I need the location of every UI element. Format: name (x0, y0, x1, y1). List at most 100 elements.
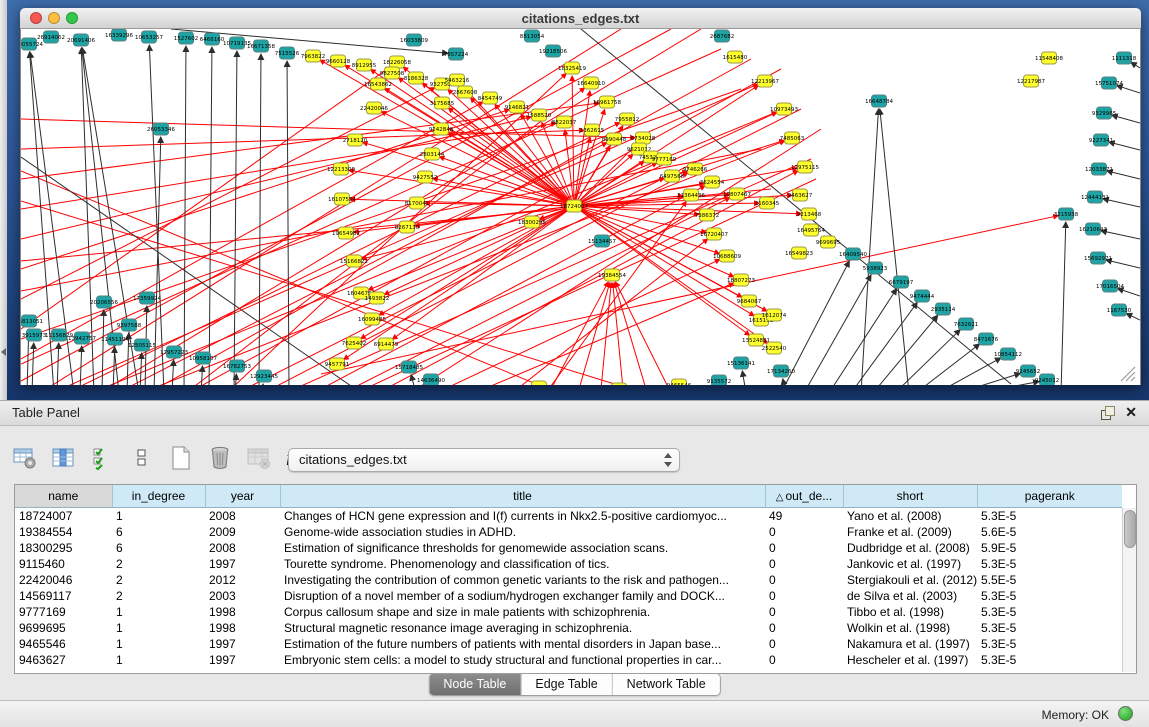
table-cell[interactable]: 9465546 (15, 636, 112, 652)
table-cell[interactable]: 5.5E-5 (977, 572, 1122, 588)
table-cell[interactable]: Franke et al. (2009) (843, 524, 977, 540)
network-edge[interactable] (51, 29, 621, 385)
network-edge[interactable] (861, 109, 879, 385)
table-cell[interactable]: 5.3E-5 (977, 588, 1122, 604)
table-cell[interactable]: 18724007 (15, 508, 112, 525)
table-cell[interactable]: Changes of HCN gene expression and I(f) … (280, 508, 765, 525)
network-edge[interactable] (262, 384, 263, 385)
network-edge[interactable] (80, 346, 82, 385)
network-edge[interactable] (579, 283, 610, 385)
table-cell[interactable]: de Silva et al. (2003) (843, 588, 977, 604)
column-header-short[interactable]: short (843, 485, 977, 508)
network-edge[interactable] (251, 109, 801, 385)
table-cell[interactable]: Tibbo et al. (1998) (843, 604, 977, 620)
table-cell[interactable]: Estimation of the future numbers of pati… (280, 636, 765, 652)
table-cell[interactable]: 0 (765, 620, 843, 636)
table-cell[interactable]: 1 (112, 620, 205, 636)
network-edge[interactable] (491, 283, 734, 385)
table-cell[interactable]: Nakamura et al. (1997) (843, 636, 977, 652)
network-edge[interactable] (572, 76, 574, 206)
table-cell[interactable]: 18300295 (15, 540, 112, 556)
collapse-arrow-icon[interactable] (1, 348, 6, 356)
table-cell[interactable]: Structural magnetic resonance image aver… (280, 620, 765, 636)
table-cell[interactable]: 5.3E-5 (977, 652, 1122, 668)
table-cell[interactable]: Hescheler et al. (1997) (843, 652, 977, 668)
tab-network-table[interactable]: Network Table (612, 674, 720, 695)
network-edge[interactable] (385, 88, 574, 206)
scrollbar-thumb[interactable] (1124, 510, 1136, 548)
table-settings-icon[interactable] (10, 443, 40, 473)
table-row[interactable]: 977716911998Corpus callosum shape and si… (15, 604, 1122, 620)
network-edge[interactable] (958, 373, 1020, 385)
table-cell[interactable]: 6 (112, 524, 205, 540)
table-cell[interactable]: 1997 (205, 652, 280, 668)
table-cell[interactable]: 2012 (205, 572, 280, 588)
table-cell[interactable]: Dudbridge et al. (2008) (843, 540, 977, 556)
table-cell[interactable]: 0 (765, 524, 843, 540)
table-cell[interactable]: 2009 (205, 524, 280, 540)
table-cell[interactable]: 0 (765, 652, 843, 668)
network-edge[interactable] (880, 109, 909, 385)
table-cell[interactable]: 9777169 (15, 604, 112, 620)
table-cell[interactable]: 2008 (205, 540, 280, 556)
table-cell[interactable]: Corpus callosum shape and size in male p… (280, 604, 765, 620)
float-panel-icon[interactable] (1101, 406, 1115, 420)
network-edge[interactable] (781, 261, 849, 385)
network-edge[interactable] (149, 45, 164, 385)
table-cell[interactable]: 0 (765, 572, 843, 588)
table-cell[interactable]: 1 (112, 604, 205, 620)
network-window-titlebar[interactable]: citations_edges.txt (20, 8, 1141, 29)
table-cell[interactable]: 2003 (205, 588, 280, 604)
close-panel-icon[interactable]: ✕ (1125, 404, 1137, 420)
network-edge[interactable] (21, 119, 635, 138)
delete-rows-icon[interactable] (205, 443, 235, 473)
show-columns-icon[interactable] (49, 443, 79, 473)
table-cell[interactable]: 9463627 (15, 652, 112, 668)
create-table-icon[interactable] (166, 443, 196, 473)
network-edge[interactable] (581, 29, 1011, 384)
table-cell[interactable]: 5.3E-5 (977, 604, 1122, 620)
table-cell[interactable]: 49 (765, 508, 843, 525)
table-cell[interactable]: Embryonic stem cells: a model to study s… (280, 652, 765, 668)
table-cell[interactable]: 0 (765, 556, 843, 572)
table-cell[interactable]: 0 (765, 588, 843, 604)
table-cell[interactable]: 2 (112, 572, 205, 588)
tab-node-table[interactable]: Node Table (429, 674, 520, 695)
table-row[interactable]: 2242004622012Investigating the contribut… (15, 572, 1122, 588)
table-row[interactable]: 946362711997Embryonic stem cells: a mode… (15, 652, 1122, 668)
network-edge[interactable] (235, 374, 236, 385)
network-edge[interactable] (131, 143, 607, 385)
table-cell[interactable]: Stergiakouli et al. (2012) (843, 572, 977, 588)
table-cell[interactable]: 22420046 (15, 572, 112, 588)
column-header-name[interactable]: name (15, 485, 112, 508)
table-cell[interactable]: 5.9E-5 (977, 540, 1122, 556)
table-cell[interactable]: 0 (765, 636, 843, 652)
table-cell[interactable]: Wolkin et al. (1998) (843, 620, 977, 636)
network-edge[interactable] (392, 206, 574, 339)
memory-status-indicator[interactable] (1118, 706, 1133, 721)
table-cell[interactable]: Genome-wide association studies in ADHD. (280, 524, 765, 540)
table-cell[interactable]: 0 (765, 540, 843, 556)
table-cell[interactable]: 1 (112, 636, 205, 652)
column-header-pagerank[interactable]: pagerank (977, 485, 1122, 508)
destroy-table-icon[interactable] (244, 443, 274, 473)
table-row[interactable]: 1872400712008Changes of HCN gene express… (15, 508, 1122, 525)
table-cell[interactable]: 5.3E-5 (977, 620, 1122, 636)
network-edge[interactable] (1109, 142, 1140, 150)
table-cell[interactable]: 19384554 (15, 524, 112, 540)
table-cell[interactable]: Disruption of a novel member of a sodium… (280, 588, 765, 604)
table-cell[interactable]: 14569117 (15, 588, 112, 604)
table-row[interactable]: 1830029562008Estimation of significance … (15, 540, 1122, 556)
column-header-in-degree[interactable]: in_degree (112, 485, 205, 508)
table-cell[interactable]: 5.3E-5 (977, 636, 1122, 652)
network-edge[interactable] (209, 47, 212, 385)
table-cell[interactable]: 1997 (205, 556, 280, 572)
table-cell[interactable]: 2008 (205, 508, 280, 525)
network-edge[interactable] (57, 343, 59, 385)
network-edge[interactable] (1061, 222, 1066, 385)
table-cell[interactable]: 5.3E-5 (977, 508, 1122, 525)
table-row[interactable]: 911546021997Tourette syndrome. Phenomeno… (15, 556, 1122, 572)
network-edge[interactable] (32, 343, 34, 385)
column-header-title[interactable]: title (280, 485, 765, 508)
network-edge[interactable] (1131, 62, 1140, 68)
